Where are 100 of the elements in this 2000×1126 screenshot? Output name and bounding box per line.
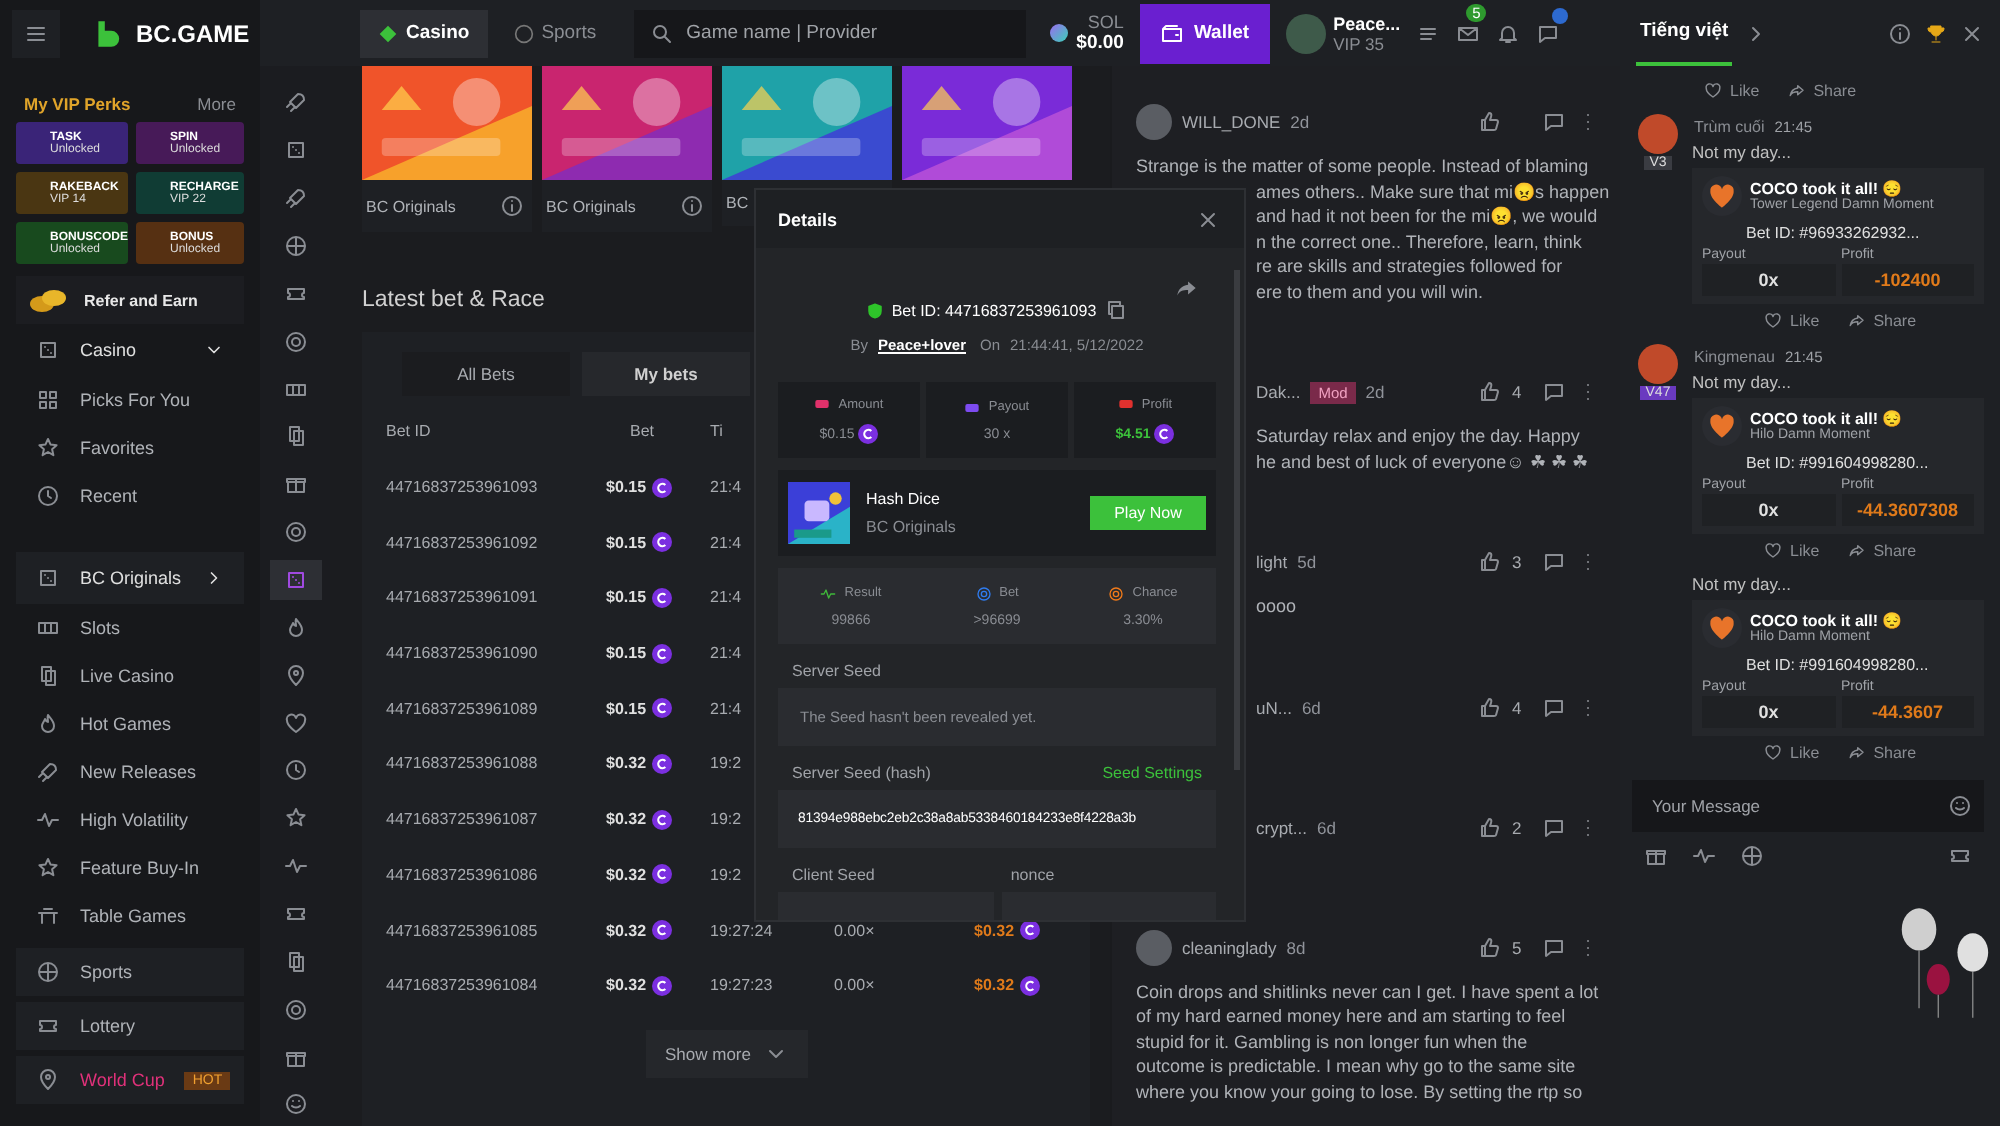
field-label: nonce xyxy=(1010,866,1055,884)
comment-time: 8d xyxy=(1286,937,1306,957)
like-button[interactable]: Like xyxy=(1704,81,1760,99)
bet-time: 21:4 xyxy=(710,644,742,663)
nav-item[interactable]: Live Casino xyxy=(16,652,244,700)
more-link[interactable]: More xyxy=(197,94,236,114)
bets-tab[interactable]: My bets xyxy=(582,352,750,396)
wallet-button[interactable]: Wallet xyxy=(1139,3,1270,63)
nav-item[interactable]: BC Originals xyxy=(16,552,244,604)
like-button[interactable]: Like xyxy=(1764,311,1820,329)
nav-item[interactable]: Sports xyxy=(16,948,244,996)
bet-amount: $0.32 xyxy=(606,976,647,995)
provider-label: BC Originals xyxy=(366,197,456,215)
nav-item[interactable]: Hot Games xyxy=(16,700,244,748)
bet-id: 44716837253961089 xyxy=(386,699,538,718)
search-field[interactable]: Game name | Provider xyxy=(634,9,1027,57)
username[interactable]: Kingmenau xyxy=(1694,348,1775,366)
message-field[interactable]: Your Message xyxy=(1632,780,1984,832)
seed-settings-link[interactable]: Seed Settings xyxy=(1102,764,1202,782)
section-title: Latest bet & Race xyxy=(362,288,545,312)
bet-amount: $0.32 xyxy=(606,754,647,773)
bet-time: 21:4 xyxy=(710,699,742,718)
message-text: Not my day... xyxy=(1692,574,1793,594)
like-button[interactable]: Like xyxy=(1764,743,1820,761)
bet-time: 21:4 xyxy=(710,588,742,607)
comment-text: oooo xyxy=(1256,594,1297,619)
bets-tab[interactable]: All Bets xyxy=(402,352,570,396)
comment-text: ames others.. Make sure that mi😠s happen xyxy=(1256,179,1610,204)
payout: 0.00× xyxy=(834,976,875,995)
profit-value: -102400 xyxy=(1841,264,1974,296)
username[interactable]: Dak... xyxy=(1256,382,1301,402)
username[interactable]: cleaninglady xyxy=(1182,937,1277,957)
balance: $0.00 xyxy=(1076,32,1124,54)
profit-value: -44.3607 xyxy=(1841,696,1974,728)
comment-text: Coin drops and shitlinks never can I get. I have spent a lot xyxy=(1136,979,1599,1004)
comment-text: ere to them and you will win. xyxy=(1256,279,1484,304)
nav-item[interactable]: Table Games xyxy=(16,892,244,940)
like-button[interactable]: Like xyxy=(1764,541,1820,559)
share-button[interactable]: Share xyxy=(1787,81,1857,99)
comment-text: Saturday relax and enjoy the day. Happy xyxy=(1256,424,1580,449)
nav-item[interactable]: Slots xyxy=(16,604,244,652)
card-title: COCO took it all! 😔 xyxy=(1750,612,1903,630)
username[interactable]: uN... xyxy=(1256,697,1292,717)
vip-level: VIP 35 xyxy=(1333,33,1386,53)
share-button[interactable]: Share xyxy=(1847,311,1917,329)
field-label: Client Seed xyxy=(792,866,875,884)
nav-tab[interactable]: Sports xyxy=(495,9,615,57)
column-header: Bet ID xyxy=(386,422,431,441)
bet-id-link[interactable]: Bet ID: #991604998280... xyxy=(1702,446,1974,478)
column-header: Ti xyxy=(710,422,723,441)
bet-id: 44716837253961086 xyxy=(386,865,538,884)
username[interactable]: WILL_DONE xyxy=(1182,112,1281,132)
nav-item[interactable]: Casino xyxy=(16,324,244,376)
currency-label[interactable]: SOL xyxy=(1087,12,1124,32)
bet-id: 44716837253961088 xyxy=(386,754,538,773)
bet-time: 19:27:23 xyxy=(710,976,773,995)
comment-text: n the correct one.. Therefore, learn, think xyxy=(1256,229,1582,254)
nav-item[interactable]: Favorites xyxy=(16,424,244,472)
bet-id: 44716837253961092 xyxy=(386,533,538,552)
comment-time: 2d xyxy=(1290,112,1310,132)
bet-id-link[interactable]: Bet ID: #96933262932... xyxy=(1702,216,1974,248)
show-more-button[interactable]: Show more xyxy=(645,1029,807,1078)
bet-id: 44716837253961084 xyxy=(386,976,538,995)
comment-text: stupid for it. Gambling is non longer fun when the xyxy=(1136,1029,1528,1054)
username[interactable]: crypt... xyxy=(1256,817,1308,837)
bet-id: 44716837253961087 xyxy=(386,810,538,829)
bet-id: Bet ID: 44716837253961093 xyxy=(891,301,1097,319)
field-label: Server Seed xyxy=(792,662,881,680)
username[interactable]: Trùm cuối xyxy=(1694,118,1765,136)
profit: $0.32 xyxy=(974,921,1015,940)
bet-time: 19:2 xyxy=(710,754,742,773)
nav-item[interactable]: Picks For You xyxy=(16,376,244,424)
comment-time: 6d xyxy=(1301,697,1321,717)
share-button[interactable]: Share xyxy=(1847,743,1917,761)
nav-item[interactable]: Lottery xyxy=(16,1002,244,1050)
comment-text: of my hard earned money here and am starting to feel xyxy=(1136,1004,1566,1029)
provider-label: BC xyxy=(726,194,749,212)
bet-id: 44716837253961085 xyxy=(386,921,538,940)
comment-time: 2d xyxy=(1365,382,1385,402)
bet-amount: $0.32 xyxy=(606,810,647,829)
nav-item[interactable]: Recent xyxy=(16,472,244,520)
message-text: Not my day... xyxy=(1692,142,1793,162)
nav-item[interactable]: Feature Buy-In xyxy=(16,844,244,892)
nav-tab[interactable]: Casino xyxy=(360,9,488,57)
comment-text: he and best of luck of everyone☺ ☘ ☘ ☘ xyxy=(1256,449,1588,474)
payout-value: 0x xyxy=(1702,264,1835,296)
nav-item[interactable]: High Volatility xyxy=(16,796,244,844)
username[interactable]: light xyxy=(1256,552,1288,572)
comment-time: 5d xyxy=(1297,552,1317,572)
refer-banner[interactable]: Refer and Earn xyxy=(16,276,244,324)
bet-amount: $0.15 xyxy=(606,478,647,497)
comment-text: outcome is predictable. I mean why go to the same site xyxy=(1136,1054,1576,1079)
share-button[interactable]: Share xyxy=(1847,541,1917,559)
game-name: Hash Dice xyxy=(866,490,942,508)
bet-id: 44716837253961090 xyxy=(386,644,538,663)
like-count: 4 xyxy=(1512,382,1524,402)
bet-amount: $0.32 xyxy=(606,921,647,940)
bet-id-link[interactable]: Bet ID: #991604998280... xyxy=(1702,648,1974,680)
comment-text: re are skills and strategies followed for xyxy=(1256,254,1563,279)
nav-item[interactable]: New Releases xyxy=(16,748,244,796)
